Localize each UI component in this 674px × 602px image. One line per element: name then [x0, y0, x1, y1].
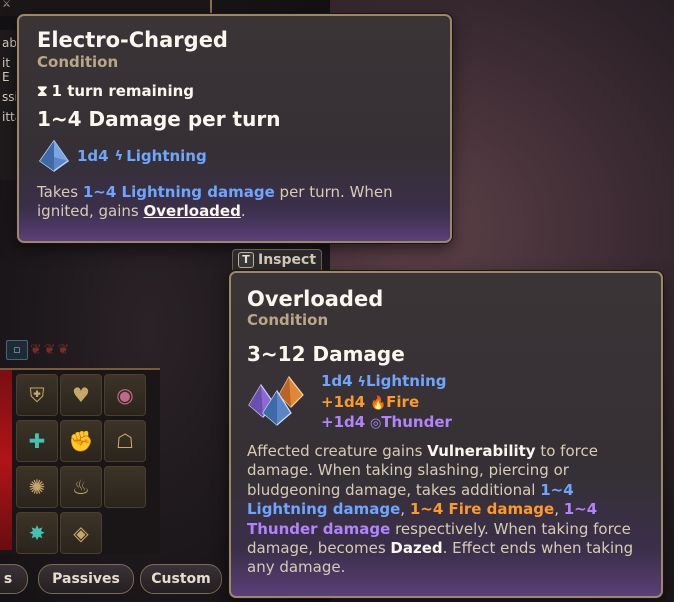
lightning-icon: ϟ: [357, 375, 366, 390]
health-bar: [0, 370, 12, 550]
overloaded-link[interactable]: Overloaded: [144, 202, 241, 220]
tab-custom[interactable]: Custom: [140, 564, 222, 594]
claw-burst-icon[interactable]: ✺: [16, 466, 58, 508]
sparkle-icon[interactable]: ✸: [16, 512, 58, 554]
side-text-4: itta: [2, 110, 16, 124]
fist-icon[interactable]: ✊: [60, 420, 102, 462]
key-cap: T: [238, 252, 254, 268]
desc-text: Affected creature gains: [247, 442, 428, 460]
side-text-3: ssio: [2, 90, 16, 104]
crossed-swords-icon: ⚔: [2, 0, 11, 10]
hourglass-icon: ⧗: [37, 82, 48, 100]
heart-hands-icon[interactable]: ♥: [60, 374, 102, 416]
ornament: ❦❦❦: [30, 342, 72, 358]
damage-summary: 3~12 Damage: [247, 342, 405, 366]
fire-icon: 🔥: [369, 395, 387, 411]
dice-text: +1d4: [321, 392, 366, 411]
rune-icon[interactable]: ◈: [60, 512, 102, 554]
dice-row-fire: +1d4 🔥Fire: [321, 393, 452, 414]
side-text-2: it E: [2, 56, 11, 84]
flame-icon[interactable]: ♨: [60, 466, 102, 508]
desc-highlight-fire: 1~4 Fire damage: [409, 500, 555, 519]
dice-row: 1d4 ϟ Lightning: [37, 139, 207, 172]
dice-cluster-icon: [248, 375, 304, 426]
desc-text: ,: [400, 500, 410, 519]
dice-list: 1d4 ϟLightning +1d4 🔥Fire +1d4 ◎Thunder: [321, 372, 452, 434]
dice-text: +1d4: [321, 413, 366, 431]
shield-emblem-icon[interactable]: ⛨: [16, 374, 58, 416]
hotbar-slots: ⛨ ♥ ◉ ✚ ✊ ☖ ✺ ♨ ✸ ◈: [16, 374, 152, 554]
inspect-label: Inspect: [258, 252, 317, 268]
cross-icon[interactable]: ✚: [16, 420, 58, 462]
eye-icon[interactable]: ◉: [104, 374, 146, 416]
tooltip-subtitle: Condition: [37, 53, 119, 71]
tooltip-title: Electro-Charged: [37, 28, 228, 52]
desc-text: .: [240, 202, 246, 220]
dice-text: 1d4: [321, 372, 353, 390]
dice-text: 1d4: [77, 147, 109, 165]
tooltip-electro-charged: Electro-Charged Condition ⧗ 1 turn remain…: [17, 14, 452, 243]
dazed-term: Dazed: [390, 539, 443, 558]
tooltip-subtitle: Condition: [247, 311, 329, 329]
damage-type: Fire: [386, 392, 420, 411]
tab-passives[interactable]: Passives: [38, 564, 134, 594]
tab-previous[interactable]: s: [0, 564, 28, 594]
damage-type: Lightning: [126, 147, 207, 165]
lightning-icon: ϟ: [114, 148, 124, 164]
dice-row-thunder: +1d4 ◎Thunder: [321, 413, 452, 434]
desc-text: ,: [554, 500, 564, 519]
desc-highlight-lightning: 1~4 Lightning damage: [82, 183, 275, 201]
tooltip-overloaded: Overloaded Condition 3~12 Damage 1d4 ϟLi…: [229, 271, 663, 598]
damage-summary: 1~4 Damage per turn: [37, 107, 281, 131]
turns-remaining: ⧗ 1 turn remaining: [37, 82, 194, 100]
damage-type: Thunder: [381, 413, 452, 431]
thunder-icon: ◎: [369, 416, 382, 431]
side-text-1: ab: [2, 36, 16, 50]
vulnerability-term: Vulnerability: [427, 442, 536, 460]
desc-text: Takes: [37, 183, 83, 201]
tooltip-description: Affected creature gains Vulnerability to…: [247, 442, 647, 578]
inspect-button[interactable]: T Inspect: [232, 249, 322, 270]
damage-type: Lightning: [365, 372, 447, 390]
tooltip-title: Overloaded: [247, 287, 384, 311]
turns-text: 1 turn remaining: [51, 82, 195, 100]
square-icon[interactable]: ▫: [6, 340, 28, 360]
empty-slot-icon[interactable]: [104, 466, 146, 508]
tooltip-description: Takes 1~4 Lightning damage per turn. Whe…: [37, 183, 437, 221]
mask-icon[interactable]: ☖: [104, 420, 146, 462]
lightning-die-icon: [38, 139, 70, 172]
side-panel-fragment: ab it E ssio itta: [0, 30, 16, 180]
dice-row-lightning: 1d4 ϟLightning: [321, 372, 452, 393]
